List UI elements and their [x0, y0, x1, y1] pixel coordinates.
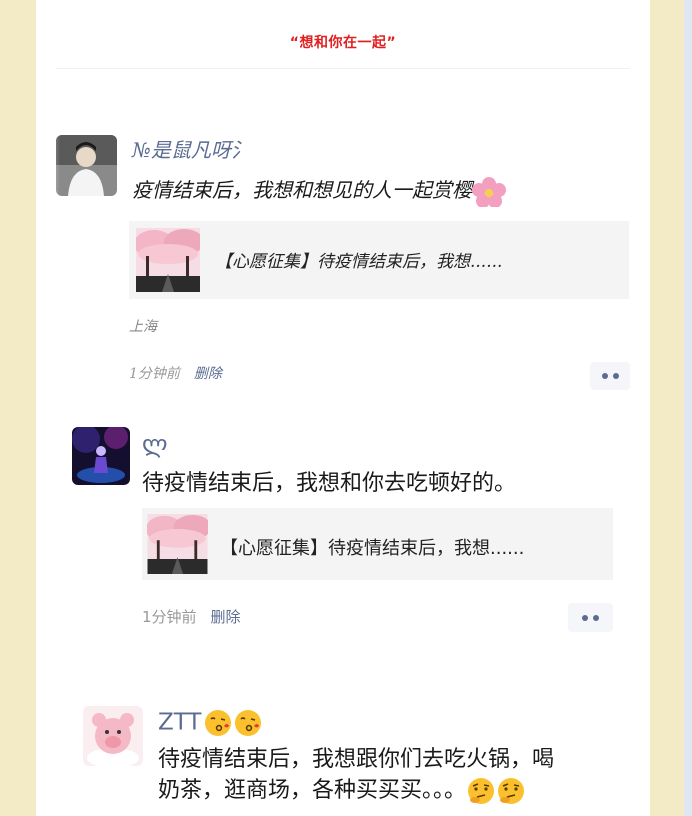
- cherry-blossom-icon: [472, 176, 506, 207]
- fade-overlay: [36, 120, 60, 410]
- post-meta: 1分钟前 删除: [129, 363, 222, 383]
- dot-icon: [593, 614, 599, 621]
- link-card[interactable]: 【心愿征集】待疫情结束后，我想......: [129, 221, 629, 299]
- post-text-content: 疫情结束后，我想和想见的人一起赏樱: [132, 178, 472, 202]
- avatar[interactable]: [83, 706, 143, 766]
- link-title: 【心愿征集】待疫情结束后，我想......: [215, 252, 503, 272]
- more-options-button[interactable]: [568, 603, 613, 632]
- header-divider: [56, 68, 630, 69]
- avatar[interactable]: [72, 427, 130, 485]
- post-text: 疫情结束后，我想和想见的人一起赏樱: [132, 174, 506, 207]
- thinking-face-icon: [496, 776, 526, 806]
- nickname[interactable]: ZTT: [158, 710, 201, 736]
- dot-icon: [582, 614, 588, 621]
- delete-link[interactable]: 删除: [211, 608, 241, 626]
- kissing-face-icon: [203, 708, 233, 738]
- delete-link[interactable]: 删除: [194, 366, 222, 382]
- kissing-face-icon: [233, 708, 263, 738]
- avatar[interactable]: [56, 135, 117, 196]
- post-text-line: 奶茶，逛商场，各种买买买。。。: [158, 778, 467, 803]
- more-options-button[interactable]: [590, 362, 630, 390]
- dot-icon: [601, 373, 608, 379]
- location[interactable]: 上海: [129, 316, 157, 336]
- dot-icon: [612, 373, 619, 379]
- post-text-line-2: 奶茶，逛商场，各种买买买。。。: [158, 775, 554, 806]
- post-text: 待疫情结束后，我想和你去吃顿好的。: [142, 471, 517, 496]
- cherry-tree-thumbnail-icon: [136, 228, 200, 292]
- side-strip: [684, 0, 692, 816]
- link-card[interactable]: 【心愿征集】待疫情结束后，我想......: [142, 508, 613, 580]
- timestamp: 1分钟前: [142, 608, 197, 626]
- nickname-row: ZTT: [158, 708, 263, 738]
- page-frame: “想和你在一起” №是鼠凡呀氵 疫情结束后，我想和想见的人一起赏樱 【心愿征集】…: [0, 0, 692, 816]
- timestamp: 1分钟前: [129, 366, 180, 382]
- nickname[interactable]: №是鼠凡呀氵: [132, 134, 251, 163]
- thinking-face-icon: [466, 776, 496, 806]
- cherry-tree-thumbnail-icon: [147, 514, 208, 574]
- nickname[interactable]: ლ: [142, 430, 168, 458]
- post-text-line: 待疫情结束后，我想跟你们去吃火锅，喝: [158, 747, 555, 772]
- page-title: “想和你在一起”: [289, 35, 397, 51]
- link-title: 【心愿征集】待疫情结束后，我想......: [220, 538, 525, 559]
- post-meta: 1分钟前 删除: [142, 606, 241, 627]
- post-text: 待疫情结束后，我想跟你们去吃火锅，喝 奶茶，逛商场，各种买买买。。。: [158, 744, 554, 806]
- moments-card: “想和你在一起” №是鼠凡呀氵 疫情结束后，我想和想见的人一起赏樱 【心愿征集】…: [36, 0, 650, 816]
